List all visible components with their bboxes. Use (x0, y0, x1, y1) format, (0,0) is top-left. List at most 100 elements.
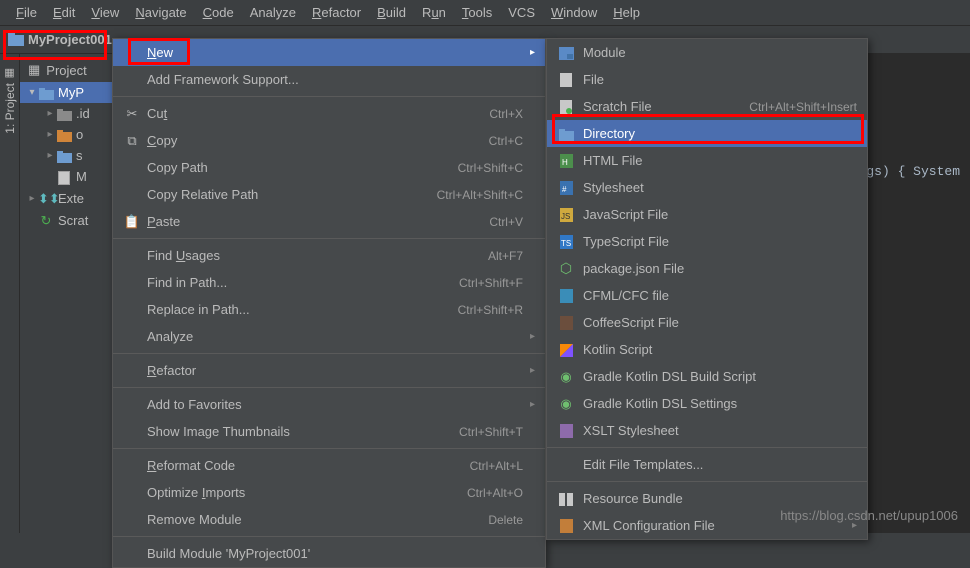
submenu-item-label: Directory (583, 126, 857, 141)
menu-item-label: Refactor (147, 363, 523, 378)
submenu-item-label: Kotlin Script (583, 342, 857, 357)
menubar-window[interactable]: Window (543, 3, 605, 22)
submenu-item-label: Module (583, 45, 857, 60)
new-submenu-cfml-cfc-file[interactable]: CFML/CFC file (547, 282, 867, 309)
shortcut-label: Delete (488, 513, 523, 527)
expand-arrow-icon[interactable]: ▸ (44, 150, 56, 161)
menubar-code[interactable]: Code (195, 3, 242, 22)
new-submenu-directory[interactable]: Directory (547, 120, 867, 147)
new-submenu-gradle-kotlin-dsl-build-script[interactable]: ◉Gradle Kotlin DSL Build Script (547, 363, 867, 390)
project-header-label: Project (46, 63, 86, 78)
context-menu-new[interactable]: New▸ (113, 39, 545, 66)
context-menu-find-in-path-[interactable]: Find in Path...Ctrl+Shift+F (113, 269, 545, 296)
new-submenu-file[interactable]: File (547, 66, 867, 93)
new-submenu-edit-file-templates-[interactable]: Edit File Templates... (547, 451, 867, 478)
module-icon (557, 45, 575, 60)
menu-item-label: Add Framework Support... (147, 72, 523, 87)
context-menu-show-image-thumbnails[interactable]: Show Image ThumbnailsCtrl+Shift+T (113, 418, 545, 445)
new-submenu-kotlin-script[interactable]: Kotlin Script (547, 336, 867, 363)
context-menu-replace-in-path-[interactable]: Replace in Path...Ctrl+Shift+R (113, 296, 545, 323)
json-icon: ⬡ (557, 260, 575, 277)
submenu-item-label: Scratch File (583, 99, 749, 114)
file-icon (557, 72, 575, 88)
context-menu-copy-path[interactable]: Copy PathCtrl+Shift+C (113, 154, 545, 181)
menu-item-label: Optimize Imports (147, 485, 453, 500)
shortcut-label: Ctrl+Alt+L (470, 459, 523, 473)
expand-arrow-icon[interactable]: ▾ (26, 87, 38, 98)
context-menu-reformat-code[interactable]: Reformat Code Ctrl+Alt+L (113, 452, 545, 479)
expand-arrow-icon[interactable]: ▸ (44, 129, 56, 140)
context-menu-optimize-imports[interactable]: Optimize Imports Ctrl+Alt+O (113, 479, 545, 506)
context-menu-analyze[interactable]: Analyze▸ (113, 323, 545, 350)
tree-item-icon (56, 148, 72, 163)
tree-item-icon (56, 106, 72, 121)
menubar-help[interactable]: Help (605, 3, 648, 22)
new-submenu-package-json-file[interactable]: ⬡ package.json File (547, 255, 867, 282)
new-submenu-javascript-file[interactable]: JS JavaScript File (547, 201, 867, 228)
context-menu-copy-relative-path[interactable]: Copy Relative PathCtrl+Alt+Shift+C (113, 181, 545, 208)
shortcut-label: Ctrl+Alt+Shift+Insert (749, 100, 857, 114)
submenu-item-label: JavaScript File (583, 207, 857, 222)
tree-item-icon (38, 85, 54, 100)
menu-item-label: Paste (147, 214, 475, 229)
context-menu-refactor[interactable]: Refactor▸ (113, 357, 545, 384)
new-submenu-module[interactable]: Module (547, 39, 867, 66)
new-submenu-html-file[interactable]: HHTML File (547, 147, 867, 174)
sidebar-tab[interactable]: ▦ 1: Project (0, 54, 20, 533)
context-menu-build-module-myproject001-[interactable]: Build Module 'MyProject001' (113, 540, 545, 567)
menubar-file[interactable]: File (8, 3, 45, 22)
cf-icon (557, 288, 575, 304)
menu-item-label: Reformat Code (147, 458, 456, 473)
js-icon: JS (557, 207, 575, 223)
menubar-edit[interactable]: Edit (45, 3, 83, 22)
new-submenu-scratch-file[interactable]: Scratch FileCtrl+Alt+Shift+Insert (547, 93, 867, 120)
context-menu-paste[interactable]: 📋PasteCtrl+V (113, 208, 545, 235)
svg-text:JS: JS (561, 212, 570, 221)
shortcut-label: Ctrl+Alt+Shift+C (437, 188, 523, 202)
context-menu: New▸ Add Framework Support... ✂CutCtrl+X⧉C… (112, 38, 546, 568)
shortcut-label: Alt+F7 (488, 249, 523, 263)
submenu-item-label: package.json File (583, 261, 857, 276)
menu-item-label: Analyze (147, 329, 523, 344)
expand-arrow-icon[interactable]: ▸ (44, 108, 56, 119)
tree-item-icon: ↻ (38, 213, 54, 229)
submenu-item-label: CoffeeScript File (583, 315, 857, 330)
menubar-analyze[interactable]: Analyze (242, 3, 304, 22)
menu-item-label: Find in Path... (147, 275, 445, 290)
breadcrumb-project[interactable]: MyProject001 (28, 32, 112, 47)
expand-arrow-icon[interactable]: ▸ (26, 193, 38, 204)
shortcut-label: Ctrl+Alt+O (467, 486, 523, 500)
menu-item-label: Copy (147, 133, 475, 148)
html-icon: H (557, 153, 575, 169)
new-submenu-stylesheet[interactable]: #Stylesheet (547, 174, 867, 201)
menubar-build[interactable]: Build (369, 3, 414, 22)
context-menu-add-to-favorites[interactable]: Add to Favorites▸ (113, 391, 545, 418)
menubar-refactor[interactable]: Refactor (304, 3, 369, 22)
new-submenu-xslt-stylesheet[interactable]: XSLT Stylesheet (547, 417, 867, 444)
context-menu-copy[interactable]: ⧉CopyCtrl+C (113, 127, 545, 154)
shortcut-label: Ctrl+Shift+T (459, 425, 523, 439)
submenu-arrow-icon: ▸ (523, 47, 535, 58)
menubar-vcs[interactable]: VCS (500, 3, 543, 22)
watermark: https://blog.csdn.net/upup1006 (780, 508, 958, 523)
menubar-view[interactable]: View (83, 3, 127, 22)
new-submenu-typescript-file[interactable]: TSTypeScript File (547, 228, 867, 255)
context-menu-cut[interactable]: ✂CutCtrl+X (113, 100, 545, 127)
menu-bar: FileEditViewNavigateCodeAnalyzeRefactorB… (0, 0, 970, 26)
submenu-item-label: Gradle Kotlin DSL Build Script (583, 369, 857, 384)
context-menu-add-framework-support-[interactable]: Add Framework Support... (113, 66, 545, 93)
menubar-run[interactable]: Run (414, 3, 454, 22)
menubar-navigate[interactable]: Navigate (127, 3, 194, 22)
submenu-item-label: Edit File Templates... (583, 457, 857, 472)
context-menu-remove-module[interactable]: Remove ModuleDelete (113, 506, 545, 533)
menu-item-label: Replace in Path... (147, 302, 444, 317)
new-submenu-gradle-kotlin-dsl-settings[interactable]: ◉Gradle Kotlin DSL Settings (547, 390, 867, 417)
ts-icon: TS (557, 234, 575, 250)
folder-icon (8, 32, 24, 48)
context-menu-find-usages[interactable]: Find UsagesAlt+F7 (113, 242, 545, 269)
shortcut-label: Ctrl+Shift+C (458, 161, 523, 175)
new-submenu-coffeescript-file[interactable]: CoffeeScript File (547, 309, 867, 336)
tree-item-icon (56, 127, 72, 142)
submenu-item-label: CFML/CFC file (583, 288, 857, 303)
menubar-tools[interactable]: Tools (454, 3, 500, 22)
